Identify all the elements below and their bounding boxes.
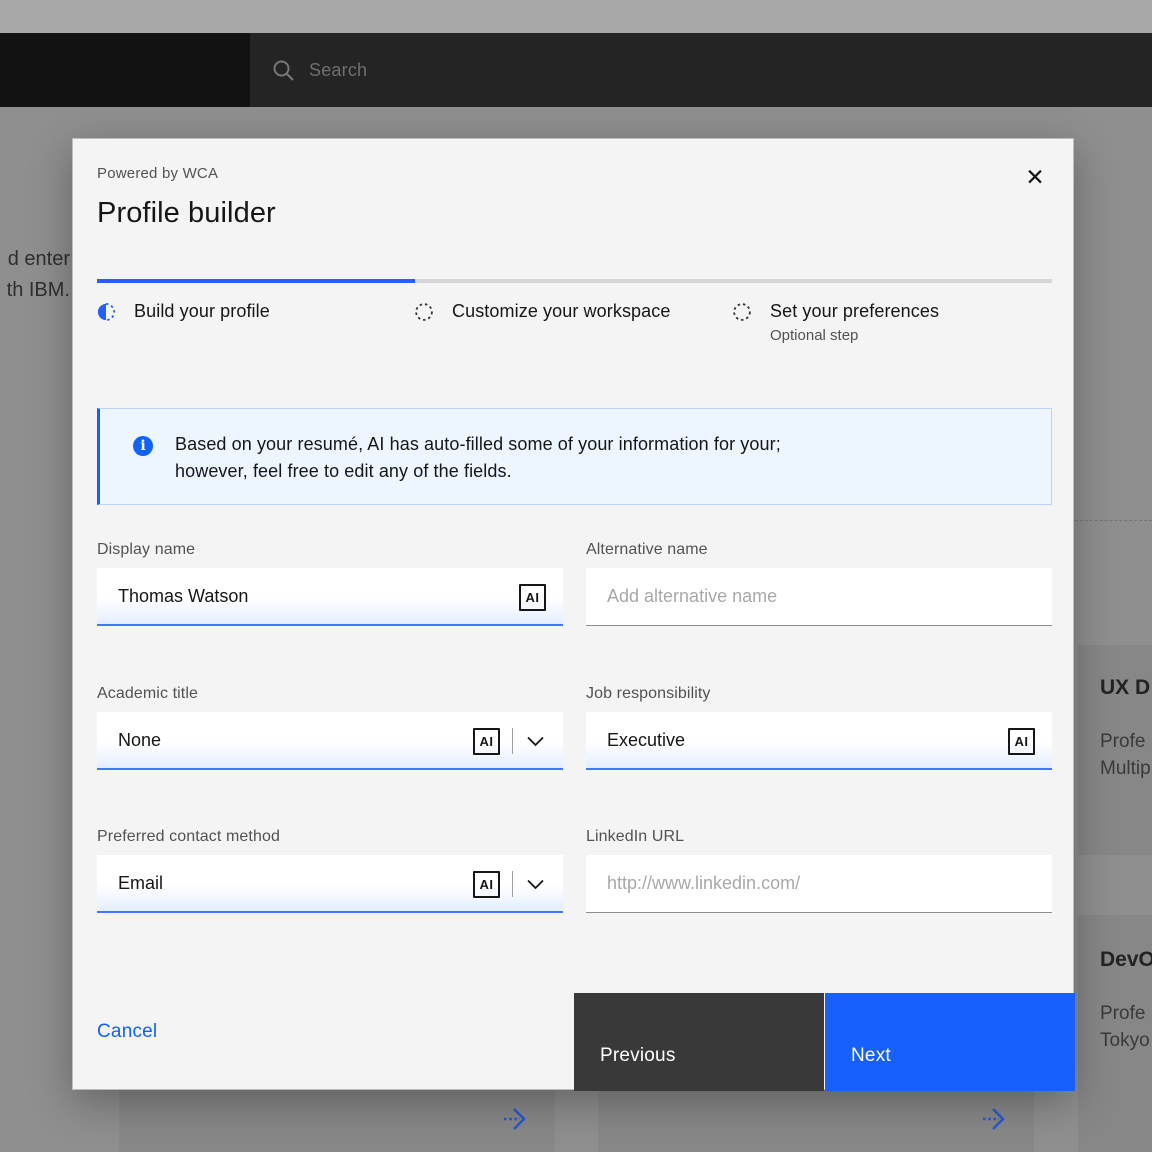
app-header: Search xyxy=(0,33,1152,107)
background-card-devops: DevO Profe Tokyo xyxy=(1078,915,1152,1152)
field-display-name: Display name AI xyxy=(97,541,563,626)
search-placeholder-text: Search xyxy=(309,60,367,81)
field-academic-title: Academic title None AI xyxy=(97,685,563,770)
ai-badge[interactable]: AI xyxy=(473,728,500,755)
banner-text: Based on your resumé, AI has auto-filled… xyxy=(175,431,781,485)
modal-title: Profile builder xyxy=(97,197,276,230)
cancel-button[interactable]: Cancel xyxy=(97,1021,157,1043)
ai-badge[interactable]: AI xyxy=(519,584,546,611)
field-job-responsibility: Job responsibility AI xyxy=(586,685,1052,770)
next-button[interactable]: Next xyxy=(825,993,1075,1091)
chevron-down-icon xyxy=(527,879,544,890)
field-alternative-name: Alternative name xyxy=(586,541,1052,626)
step-optional-sublabel: Optional step xyxy=(770,327,858,344)
ai-badge[interactable]: AI xyxy=(1008,728,1035,755)
background-tile-right xyxy=(598,1090,1034,1152)
background-card-ux: UX D Profe Multip xyxy=(1078,645,1152,855)
dropdown-toggle[interactable] xyxy=(525,877,546,892)
progress-segment-pending xyxy=(415,279,733,283)
ai-info-banner: i Based on your resumé, AI has auto-fill… xyxy=(97,408,1052,505)
step-pending-icon xyxy=(415,303,433,321)
previous-button[interactable]: Previous xyxy=(574,993,824,1091)
arrow-right-icon xyxy=(980,1104,1010,1134)
dropdown-toggle[interactable] xyxy=(525,734,546,749)
adornment-divider xyxy=(512,728,513,754)
page: { "header": { "search_placeholder": "Sea… xyxy=(0,0,1152,1152)
display-name-input[interactable] xyxy=(97,568,563,626)
step-current-icon xyxy=(97,303,115,321)
step-build-your-profile[interactable]: Build your profile xyxy=(97,299,270,323)
step-set-your-preferences[interactable]: Set your preferences Optional step xyxy=(733,299,939,349)
profile-builder-modal: Powered by WCA Profile builder ✕ Build y… xyxy=(72,138,1074,1090)
global-search[interactable]: Search xyxy=(272,33,367,107)
arrow-right-icon xyxy=(501,1104,531,1134)
chevron-down-icon xyxy=(527,736,544,747)
background-tile-left xyxy=(119,1090,555,1152)
alternative-name-input[interactable] xyxy=(586,568,1052,626)
browser-top-strip xyxy=(0,0,1152,33)
field-linkedin-url: LinkedIn URL xyxy=(586,828,1052,913)
header-brand-box xyxy=(0,33,250,107)
ai-badge[interactable]: AI xyxy=(473,871,500,898)
field-preferred-contact-method: Preferred contact method Email AI xyxy=(97,828,563,913)
linkedin-url-input[interactable] xyxy=(586,855,1052,913)
progress-segment-pending xyxy=(733,279,1052,283)
close-button[interactable]: ✕ xyxy=(1011,153,1059,201)
progress-track xyxy=(97,279,1052,283)
adornment-divider xyxy=(512,871,513,897)
background-paragraph-fragment: d enter th IBM. xyxy=(0,244,70,306)
job-responsibility-input[interactable] xyxy=(586,712,1052,770)
modal-eyebrow: Powered by WCA xyxy=(97,165,218,182)
info-icon: i xyxy=(133,436,153,456)
progress-segment-current xyxy=(97,279,415,283)
search-icon xyxy=(272,59,295,82)
step-pending-icon xyxy=(733,303,751,321)
step-customize-your-workspace[interactable]: Customize your workspace xyxy=(415,299,670,323)
